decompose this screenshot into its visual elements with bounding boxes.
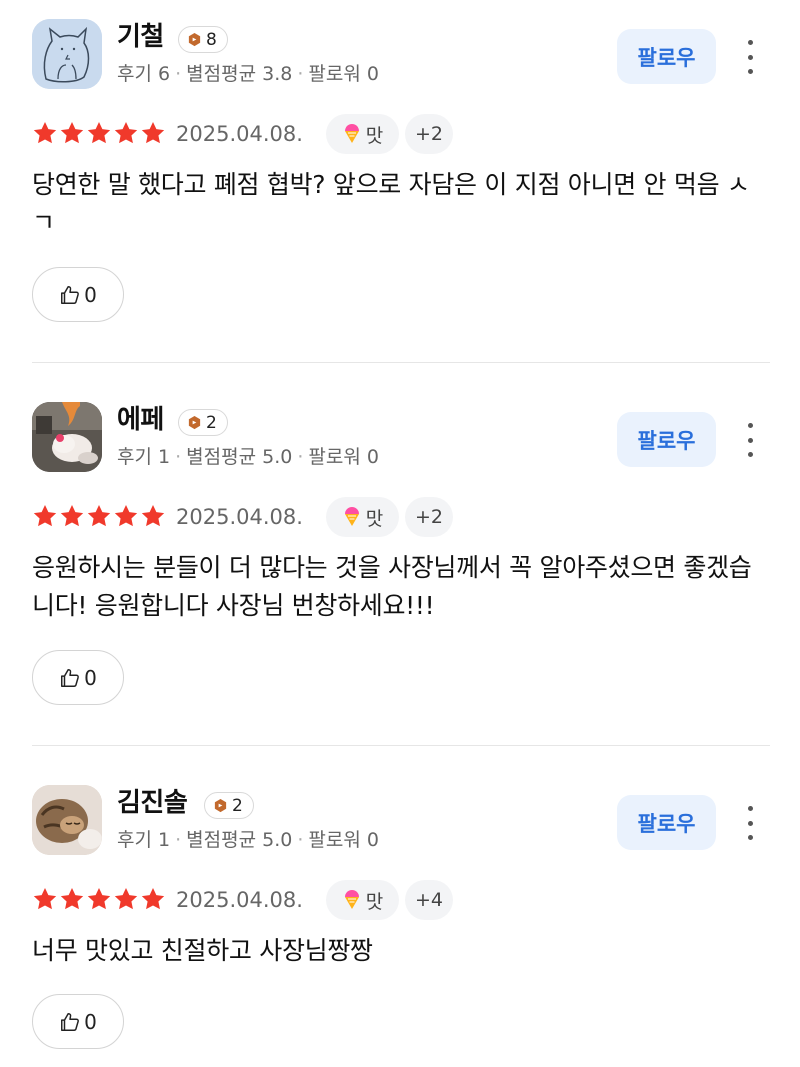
sleeping-cat-photo-avatar-icon <box>32 785 102 855</box>
reviewer-meta: 후기 6 · 별점평균 3.8 · 팔로워 0 <box>117 63 379 85</box>
star-rating <box>32 503 166 529</box>
review-count: 후기 1 <box>117 829 171 851</box>
like-count: 0 <box>84 282 97 307</box>
star-icon <box>33 121 57 144</box>
review-text: 너무 맛있고 친절하고 사장님짱짱 <box>32 936 373 965</box>
review-text: 당연한 말 했다고 폐점 협박? 앞으로 자담은 이 지점 아니면 안 먹음 ㅅ… <box>32 170 750 237</box>
star-icon <box>87 887 111 910</box>
more-tags-chip[interactable]: +2 <box>405 114 453 154</box>
star-icon <box>114 504 138 527</box>
more-options-icon[interactable] <box>740 423 760 457</box>
cat-drawing-avatar-icon <box>32 19 102 89</box>
rating-average: 별점평균 5.0 <box>186 829 293 851</box>
badge-icon <box>188 32 201 47</box>
review-count: 후기 6 <box>117 63 171 85</box>
like-button[interactable]: 0 <box>32 650 124 705</box>
star-icon <box>114 121 138 144</box>
avatar[interactable] <box>32 785 102 855</box>
level-badge: 2 <box>204 792 254 819</box>
more-options-icon[interactable] <box>740 40 760 74</box>
badge-icon <box>188 415 201 430</box>
review-text: 응원하시는 분들이 더 많다는 것을 사장님께서 꼭 알아주셨으면 좋겠습니다!… <box>32 553 752 620</box>
reviewer-meta: 후기 1 · 별점평균 5.0 · 팔로워 0 <box>117 829 379 851</box>
star-icon <box>141 887 165 910</box>
divider <box>32 362 770 363</box>
star-icon <box>87 504 111 527</box>
star-icon <box>114 887 138 910</box>
badge-count: 2 <box>232 795 243 816</box>
taste-tag-chip[interactable]: 맛 <box>326 497 399 537</box>
more-tags-chip[interactable]: +2 <box>405 497 453 537</box>
follow-button[interactable]: 팔로우 <box>617 795 716 850</box>
review-count: 후기 1 <box>117 446 171 468</box>
review-date: 2025.04.08. <box>176 122 303 146</box>
rating-average: 별점평균 3.8 <box>186 63 293 85</box>
reviewer-meta: 후기 1 · 별점평균 5.0 · 팔로워 0 <box>117 446 379 468</box>
star-icon <box>33 887 57 910</box>
more-tags-chip[interactable]: +4 <box>405 880 453 920</box>
ice-cream-icon <box>344 890 359 909</box>
divider <box>32 745 770 746</box>
tag-label: 맛 <box>365 507 384 530</box>
follow-button[interactable]: 팔로우 <box>617 29 716 84</box>
follower-count: 팔로워 0 <box>308 446 379 468</box>
star-icon <box>60 121 84 144</box>
avatar[interactable] <box>32 402 102 472</box>
star-rating <box>32 886 166 912</box>
star-icon <box>141 504 165 527</box>
star-icon <box>60 887 84 910</box>
review-date: 2025.04.08. <box>176 505 303 529</box>
like-button[interactable]: 0 <box>32 994 124 1049</box>
avatar[interactable] <box>32 19 102 89</box>
like-button[interactable]: 0 <box>32 267 124 322</box>
taste-tag-chip[interactable]: 맛 <box>326 880 399 920</box>
tag-label: 맛 <box>365 890 384 913</box>
reviewer-name[interactable]: 김진솔 <box>117 786 188 820</box>
thumbs-up-icon <box>61 1012 80 1031</box>
star-icon <box>60 504 84 527</box>
plush-toy-photo-avatar-icon <box>32 402 102 472</box>
like-count: 0 <box>84 1009 97 1034</box>
level-badge: 2 <box>178 409 228 436</box>
thumbs-up-icon <box>61 285 80 304</box>
ice-cream-icon <box>344 507 359 526</box>
follower-count: 팔로워 0 <box>308 63 379 85</box>
star-rating <box>32 120 166 146</box>
like-count: 0 <box>84 665 97 690</box>
rating-average: 별점평균 5.0 <box>186 446 293 468</box>
follow-button[interactable]: 팔로우 <box>617 412 716 467</box>
badge-icon <box>214 798 227 813</box>
badge-count: 2 <box>206 412 217 433</box>
follower-count: 팔로워 0 <box>308 829 379 851</box>
level-badge: 8 <box>178 26 228 53</box>
taste-tag-chip[interactable]: 맛 <box>326 114 399 154</box>
star-icon <box>87 121 111 144</box>
reviewer-name[interactable]: 기철 <box>117 20 164 54</box>
ice-cream-icon <box>344 124 359 143</box>
tag-label: 맛 <box>365 124 384 147</box>
badge-count: 8 <box>206 29 217 50</box>
thumbs-up-icon <box>61 668 80 687</box>
star-icon <box>141 121 165 144</box>
reviewer-name[interactable]: 에페 <box>117 403 164 437</box>
star-icon <box>33 504 57 527</box>
more-options-icon[interactable] <box>740 806 760 840</box>
review-date: 2025.04.08. <box>176 888 303 912</box>
